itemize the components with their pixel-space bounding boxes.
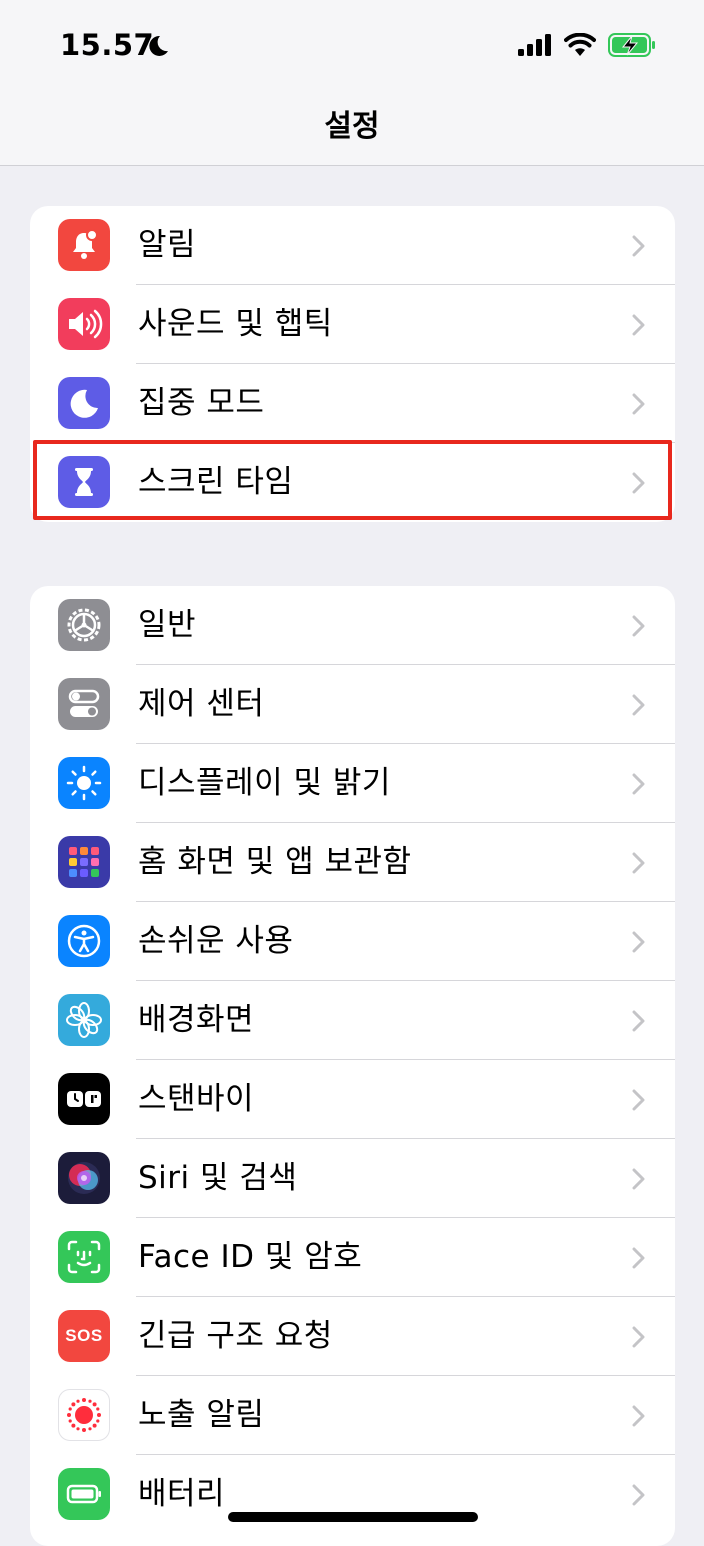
settings-row-sounds-haptics[interactable]: 사운드 및 햅틱 bbox=[30, 285, 675, 364]
settings-row-battery[interactable]: 배터리 bbox=[30, 1455, 675, 1534]
sos-icon: SOS bbox=[58, 1310, 110, 1362]
chevron-right-icon bbox=[632, 235, 645, 257]
moon-icon bbox=[58, 377, 110, 429]
settings-row-focus[interactable]: 집중 모드 bbox=[30, 364, 675, 443]
chevron-right-icon bbox=[632, 1089, 645, 1111]
row-label: 배경화면 bbox=[138, 1002, 255, 1038]
row-label: 노출 알림 bbox=[138, 1397, 265, 1433]
bell-icon bbox=[58, 219, 110, 271]
chevron-right-icon bbox=[632, 931, 645, 953]
sos-icon-text: SOS bbox=[65, 1326, 103, 1345]
wifi-icon bbox=[564, 33, 596, 56]
settings-row-face-id-passcode[interactable]: Face ID 및 암호 bbox=[30, 1218, 675, 1297]
settings-row-general[interactable]: 일반 bbox=[30, 586, 675, 665]
row-label: Face ID 및 암호 bbox=[138, 1239, 363, 1275]
row-label: 스탠바이 bbox=[138, 1081, 255, 1117]
row-label: 집중 모드 bbox=[138, 385, 265, 421]
toggles-icon bbox=[58, 678, 110, 730]
chevron-right-icon bbox=[632, 615, 645, 637]
flower-icon bbox=[58, 994, 110, 1046]
settings-group-2: 일반 제어 센터 디스플레이 및 밝기 홈 화면 및 앱 보관함 손쉬운 사용 … bbox=[30, 586, 675, 1546]
status-time: 15.57 bbox=[60, 28, 155, 62]
row-label: 홈 화면 및 앱 보관함 bbox=[138, 844, 412, 880]
row-label: Siri 및 검색 bbox=[138, 1160, 298, 1196]
page-title: 설정 bbox=[324, 109, 380, 144]
settings-row-control-center[interactable]: 제어 센터 bbox=[30, 665, 675, 744]
standby-icon bbox=[58, 1073, 110, 1125]
gear-icon bbox=[58, 599, 110, 651]
settings-row-home-screen[interactable]: 홈 화면 및 앱 보관함 bbox=[30, 823, 675, 902]
chevron-right-icon bbox=[632, 1168, 645, 1190]
settings-row-accessibility[interactable]: 손쉬운 사용 bbox=[30, 902, 675, 981]
speaker-icon bbox=[58, 298, 110, 350]
status-bar: 15.57 bbox=[0, 0, 704, 95]
chevron-right-icon bbox=[632, 1326, 645, 1348]
row-label: 긴급 구조 요청 bbox=[138, 1318, 333, 1354]
chevron-right-icon bbox=[632, 773, 645, 795]
row-label: 일반 bbox=[138, 607, 197, 643]
settings-row-notifications[interactable]: 알림 bbox=[30, 206, 675, 285]
face-id-icon bbox=[58, 1231, 110, 1283]
battery-charging-icon bbox=[608, 33, 655, 57]
row-label: 손쉬운 사용 bbox=[138, 923, 294, 959]
home-indicator[interactable] bbox=[228, 1512, 478, 1522]
chevron-right-icon bbox=[632, 694, 645, 716]
navigation-bar: 설정 bbox=[0, 95, 704, 166]
chevron-right-icon bbox=[632, 1247, 645, 1269]
battery-icon bbox=[58, 1468, 110, 1520]
sun-icon bbox=[58, 757, 110, 809]
settings-row-emergency-sos[interactable]: SOS 긴급 구조 요청 bbox=[30, 1297, 675, 1376]
settings-row-display-brightness[interactable]: 디스플레이 및 밝기 bbox=[30, 744, 675, 823]
settings-row-wallpaper[interactable]: 배경화면 bbox=[30, 981, 675, 1060]
chevron-right-icon bbox=[632, 314, 645, 336]
chevron-right-icon bbox=[632, 1010, 645, 1032]
row-label: 사운드 및 햅틱 bbox=[138, 306, 333, 342]
chevron-right-icon bbox=[632, 393, 645, 415]
focus-moon-icon bbox=[149, 35, 168, 56]
row-label: 디스플레이 및 밝기 bbox=[138, 765, 391, 801]
settings-row-standby[interactable]: 스탠바이 bbox=[30, 1060, 675, 1139]
settings-row-exposure-notifications[interactable]: 노출 알림 bbox=[30, 1376, 675, 1455]
siri-icon bbox=[58, 1152, 110, 1204]
chevron-right-icon bbox=[632, 852, 645, 874]
exposure-icon bbox=[58, 1389, 110, 1441]
row-label: 제어 센터 bbox=[138, 686, 265, 722]
settings-row-siri-search[interactable]: Siri 및 검색 bbox=[30, 1139, 675, 1218]
status-indicators bbox=[518, 33, 656, 57]
app-grid-icon bbox=[58, 836, 110, 888]
screen-time-highlight-box bbox=[33, 440, 672, 520]
row-label: 배터리 bbox=[138, 1476, 226, 1512]
row-label: 알림 bbox=[138, 227, 197, 263]
chevron-right-icon bbox=[632, 1484, 645, 1506]
accessibility-icon bbox=[58, 915, 110, 967]
chevron-right-icon bbox=[632, 1405, 645, 1427]
signal-icon bbox=[518, 34, 551, 56]
